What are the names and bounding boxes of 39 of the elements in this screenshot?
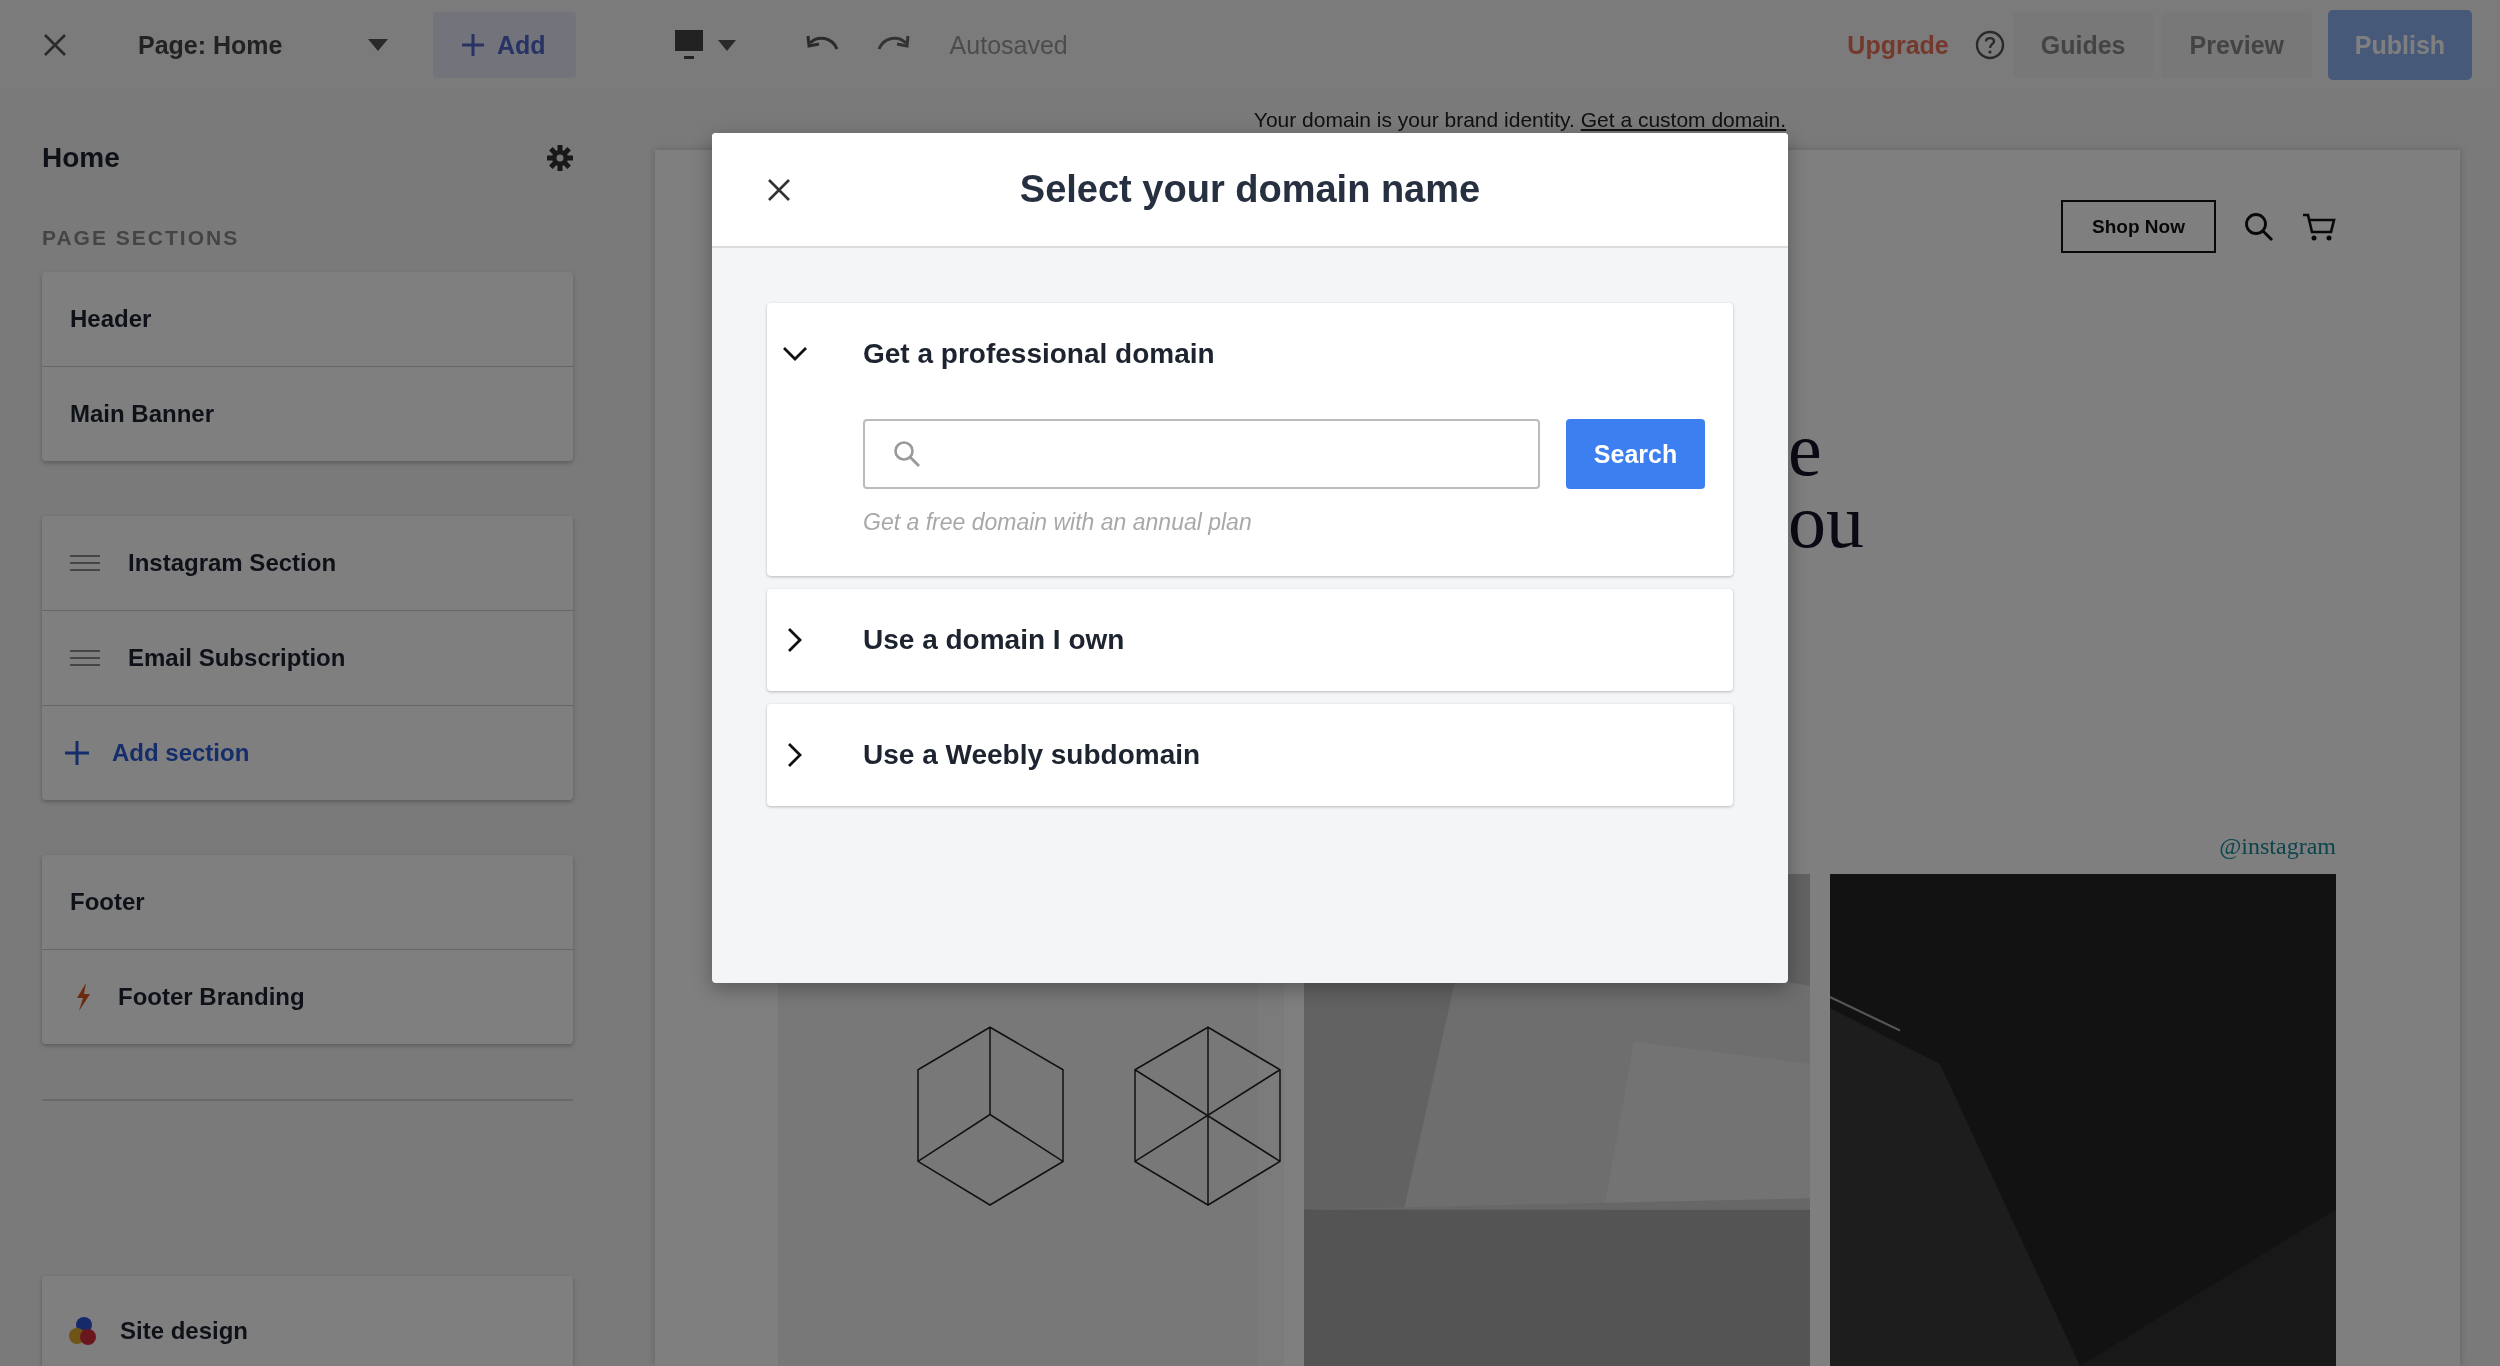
shop-now-button[interactable]: Shop Now <box>2061 200 2216 253</box>
caret-icon[interactable] <box>717 39 736 51</box>
add-button[interactable]: Add <box>433 12 576 78</box>
section-item[interactable]: Email Subscription <box>42 611 573 706</box>
instagram-link[interactable]: @instagram <box>2219 833 2336 860</box>
option-header[interactable]: Get a professional domain <box>767 303 1733 405</box>
monitor-icon[interactable] <box>673 29 704 61</box>
section-item[interactable]: Footer Branding <box>42 950 573 1044</box>
gear-icon[interactable] <box>547 145 573 171</box>
option-header[interactable]: Use a domain I own <box>767 589 1733 691</box>
site-design-button[interactable]: Site design <box>42 1276 573 1366</box>
hint-text: Get a free domain with an annual plan <box>863 509 1253 536</box>
caret-icon <box>368 39 388 51</box>
drag-handle-icon <box>70 650 100 666</box>
section-item[interactable]: Main Banner <box>42 367 573 461</box>
lightning-icon <box>74 983 92 1011</box>
section-item[interactable]: Instagram Section <box>42 516 573 611</box>
banner-text: Your domain is your brand identity. <box>1253 108 1576 132</box>
help-icon[interactable] <box>1974 30 2005 60</box>
drag-handle-icon <box>70 555 100 571</box>
section-item[interactable]: Add section <box>42 706 573 800</box>
search-icon <box>893 440 921 468</box>
dialog-title: Select your domain name <box>1018 168 1482 211</box>
domain-search-field[interactable] <box>863 419 1540 489</box>
cart-icon[interactable] <box>2302 211 2336 242</box>
custom-domain-link[interactable]: Get a custom domain. <box>1580 108 1787 132</box>
close-icon[interactable] <box>767 177 791 202</box>
option-header[interactable]: Use a Weebly subdomain <box>767 704 1733 806</box>
plus-icon <box>64 740 90 766</box>
section-item[interactable]: Footer <box>42 855 573 950</box>
page-title: Home <box>42 142 120 174</box>
plus-icon <box>461 33 485 57</box>
section-item[interactable]: Header <box>42 272 573 367</box>
color-dots-icon <box>68 1316 98 1346</box>
page-selector[interactable]: Page: Home <box>138 30 388 60</box>
hero-heading: ou <box>1788 485 1864 557</box>
search-button[interactable]: Search <box>1566 419 1705 489</box>
hero-heading: e <box>1788 413 1822 485</box>
search-icon[interactable] <box>2244 211 2274 242</box>
